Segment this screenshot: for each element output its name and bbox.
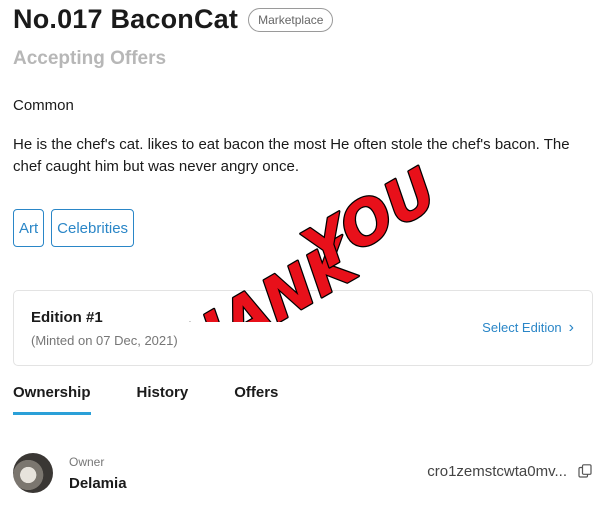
edition-title: Edition #1 [31,309,103,326]
owner-name[interactable]: Delamia [69,475,127,492]
select-edition-label: Select Edition [482,320,562,335]
title-row: No.017 BaconCat Marketplace [13,4,334,35]
tag-celebrities[interactable]: Celebrities [51,209,135,247]
tab-history[interactable]: History [137,384,189,415]
owner-address: cro1zemstcwta0mv... [427,463,567,480]
owner-label: Owner [69,455,105,469]
description: He is the chef's cat. likes to eat bacon… [13,136,570,175]
avatar[interactable] [13,453,53,493]
edition-card: Edition #1 (Minted on 07 Dec, 2021) Sele… [13,290,593,366]
edition-minted-date: (Minted on 07 Dec, 2021) [31,333,178,348]
chevron-right-icon: › [568,319,574,336]
rarity-text: Common [13,97,74,114]
tag-list: Art Celebrities [13,209,135,247]
tab-ownership[interactable]: Ownership [13,384,91,415]
select-edition-button[interactable]: Select Edition › [482,319,574,336]
tab-offers[interactable]: Offers [234,384,278,415]
status-text: Accepting Offers [13,48,167,69]
marketplace-badge[interactable]: Marketplace [248,7,334,32]
tab-bar: Ownership History Offers [13,384,278,415]
page-title: No.017 BaconCat [13,4,239,34]
copy-icon[interactable] [578,464,592,478]
tag-art[interactable]: Art [13,209,45,247]
owner-row: Owner Delamia cro1zemstcwta0mv... [13,452,593,496]
